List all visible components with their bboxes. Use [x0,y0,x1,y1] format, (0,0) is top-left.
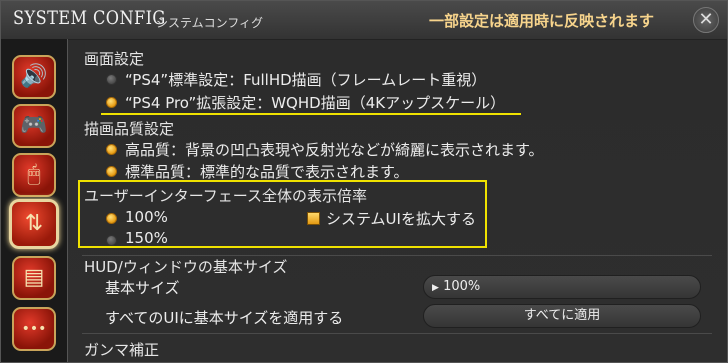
base-size-slider[interactable]: ▶ 100% [423,275,701,299]
play-icon: ▶ [432,283,439,293]
hud-heading: HUD/ウィンドウの基本サイズ [84,258,288,276]
highlight-underline [101,113,521,115]
bullet-icon [106,144,117,155]
more-icon: ••• [21,321,47,337]
radio-standard[interactable] [106,74,117,85]
settings-panel: 画面設定 “PS4”標準設定：FullHD描画（フレームレート重視） “PS4 … [68,39,727,362]
sidebar-item-sound[interactable]: 🔊 [12,55,56,99]
document-icon: ▤ [23,265,45,290]
sidebar-item-mouse[interactable]: 🖱 [12,153,56,197]
radio-scale-100[interactable] [106,213,117,224]
bullet-icon [106,166,117,177]
system-config-window: SYSTEM CONFIG システムコンフィグ 一部設定は適用時に反映されます … [0,0,728,363]
option-standard-label[interactable]: “PS4”標準設定：FullHD描画（フレームレート重視） [125,69,486,90]
mouse-icon: 🖱 [27,162,41,187]
base-size-label: 基本サイズ [105,279,180,297]
base-size-value: 100% [443,279,481,294]
screen-settings-heading: 画面設定 [84,50,145,68]
gamepad-icon: 🎮 [20,113,48,138]
radio-scale-150[interactable] [106,235,117,246]
window-title: SYSTEM CONFIG [13,7,166,29]
enlarge-system-ui-checkbox[interactable] [307,212,320,225]
monitor-icon: ⇅ [24,211,44,236]
window-subtitle: システムコンフィグ [156,16,264,30]
category-sidebar: 🔊 🎮 🖱 ⇅ ▤ ••• [1,39,68,362]
apply-notice: 一部設定は適用時に反映されます [429,12,655,30]
sidebar-item-display[interactable]: ⇅ [9,199,59,249]
gamma-heading: ガンマ補正 [84,341,160,359]
apply-all-button[interactable]: すべてに適用 [423,304,701,328]
ui-scale-heading: ユーザーインターフェース全体の表示倍率 [84,187,368,205]
quality-heading: 描画品質設定 [84,120,175,138]
enlarge-system-ui-label[interactable]: システムUIを拡大する [326,208,476,229]
scale-150-label[interactable]: 150% [125,229,168,247]
option-pro-label[interactable]: “PS4 Pro”拡張設定：WQHD描画（4Kアップスケール） [125,92,505,113]
sidebar-item-document[interactable]: ▤ [12,256,56,300]
sidebar-item-gamepad[interactable]: 🎮 [12,104,56,148]
apply-all-label: すべてのUIに基本サイズを適用する [105,309,344,327]
radio-pro[interactable] [106,97,117,108]
close-icon[interactable]: ✕ [693,7,719,33]
scale-100-label[interactable]: 100% [125,208,168,226]
divider [82,333,712,334]
quality-high-text: 高品質：背景の凹凸表現や反射光などが綺麗に表示されます。 [125,141,544,159]
speaker-icon: 🔊 [20,64,48,89]
quality-standard-text: 標準品質：標準的な品質で表示されます。 [125,163,409,181]
title-bar: SYSTEM CONFIG システムコンフィグ 一部設定は適用時に反映されます … [1,1,727,40]
sidebar-item-more[interactable]: ••• [12,307,56,351]
